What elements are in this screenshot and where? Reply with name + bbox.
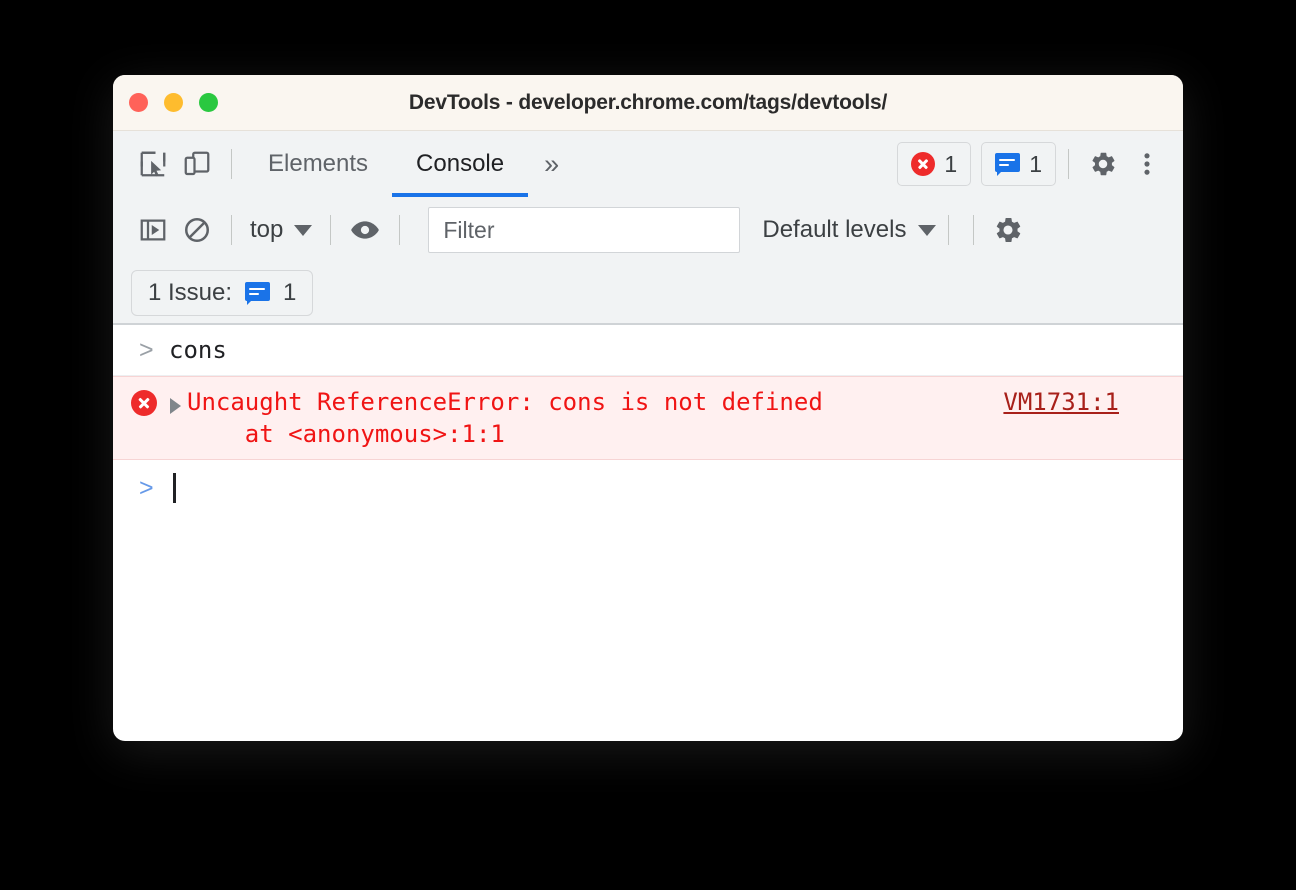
- issues-count-badge[interactable]: 1: [981, 142, 1056, 186]
- error-circle-icon: [911, 152, 936, 176]
- more-tabs-label: »: [544, 148, 560, 179]
- issues-count-value: 1: [1029, 150, 1042, 177]
- chevron-down-icon: [918, 224, 937, 236]
- log-level-value: Default levels: [762, 216, 907, 243]
- toolbar-divider-right: [1068, 149, 1069, 179]
- maximize-window-button[interactable]: [199, 93, 218, 112]
- issues-summary-count: 1: [283, 279, 297, 306]
- log-level-selector[interactable]: Default levels: [762, 216, 937, 244]
- more-tabs-button[interactable]: »: [528, 148, 575, 179]
- error-circle-icon: [131, 390, 157, 416]
- collapsed-triangle-icon[interactable]: [170, 398, 181, 414]
- window-titlebar: DevTools - developer.chrome.com/tags/dev…: [113, 75, 1183, 131]
- chevron-down-icon: [294, 224, 313, 236]
- console-sidebar-icon[interactable]: [131, 208, 175, 252]
- filter-divider-4: [948, 215, 950, 245]
- console-input-echo-row: > cons: [113, 325, 1183, 376]
- execution-context-value: top: [250, 216, 284, 243]
- filter-input[interactable]: Filter: [428, 207, 741, 253]
- prompt-chevron-icon: >: [139, 474, 154, 502]
- console-filter-toolbar: top Filter Default levels: [113, 197, 1183, 263]
- minimize-window-button[interactable]: [164, 93, 183, 112]
- filter-divider-5: [973, 215, 975, 245]
- screenshot-canvas: DevTools - developer.chrome.com/tags/dev…: [0, 0, 1296, 890]
- tab-elements-label: Elements: [268, 150, 369, 177]
- execution-context-selector[interactable]: top: [244, 216, 318, 244]
- console-error-line-2: at <anonymous>:1:1: [187, 420, 505, 448]
- console-prompt-row[interactable]: >: [113, 460, 1183, 513]
- device-toolbar-icon[interactable]: [175, 142, 219, 186]
- tab-console-label: Console: [416, 150, 505, 177]
- devtools-panel-tabs: Elements Console: [244, 131, 529, 197]
- console-settings-gear-icon[interactable]: [986, 208, 1030, 252]
- filter-divider-3: [399, 215, 401, 245]
- issues-summary-button[interactable]: 1 Issue: 1: [131, 270, 314, 316]
- issues-summary-label: 1 Issue:: [148, 279, 233, 306]
- console-error-source-link[interactable]: VM1731:1: [1003, 386, 1183, 418]
- issue-bubble-icon: [995, 152, 1021, 176]
- filter-divider-2: [330, 215, 332, 245]
- tab-elements[interactable]: Elements: [244, 131, 392, 197]
- error-count-badge[interactable]: 1: [897, 142, 972, 186]
- filter-divider-1: [231, 215, 232, 245]
- close-window-button[interactable]: [129, 93, 148, 112]
- console-error-message: Uncaught ReferenceError: cons is not def…: [187, 386, 1003, 450]
- gear-icon[interactable]: [1081, 142, 1125, 186]
- toolbar-divider: [231, 149, 232, 179]
- clear-console-icon[interactable]: [175, 208, 219, 252]
- devtools-main-toolbar: Elements Console » 1 1: [113, 131, 1183, 197]
- console-message-list[interactable]: > cons Uncaught ReferenceError: cons is …: [113, 325, 1183, 676]
- text-cursor: [173, 473, 176, 503]
- error-count-value: 1: [944, 150, 958, 177]
- console-input-text: cons: [169, 336, 227, 364]
- filter-placeholder: Filter: [443, 216, 495, 243]
- devtools-window: DevTools - developer.chrome.com/tags/dev…: [113, 75, 1183, 741]
- kebab-menu-icon[interactable]: [1125, 142, 1169, 186]
- inspect-cursor-icon[interactable]: [131, 142, 175, 186]
- eye-icon[interactable]: [343, 208, 387, 252]
- input-chevron-icon: >: [139, 336, 154, 364]
- tab-console[interactable]: Console: [392, 131, 529, 197]
- issue-bubble-icon: [245, 281, 271, 305]
- console-error-line-1: Uncaught ReferenceError: cons is not def…: [187, 388, 823, 416]
- traffic-lights: [113, 93, 218, 112]
- window-title: DevTools - developer.chrome.com/tags/dev…: [408, 90, 888, 114]
- issues-summary-bar: 1 Issue: 1: [113, 263, 1183, 325]
- console-error-row[interactable]: Uncaught ReferenceError: cons is not def…: [113, 376, 1183, 460]
